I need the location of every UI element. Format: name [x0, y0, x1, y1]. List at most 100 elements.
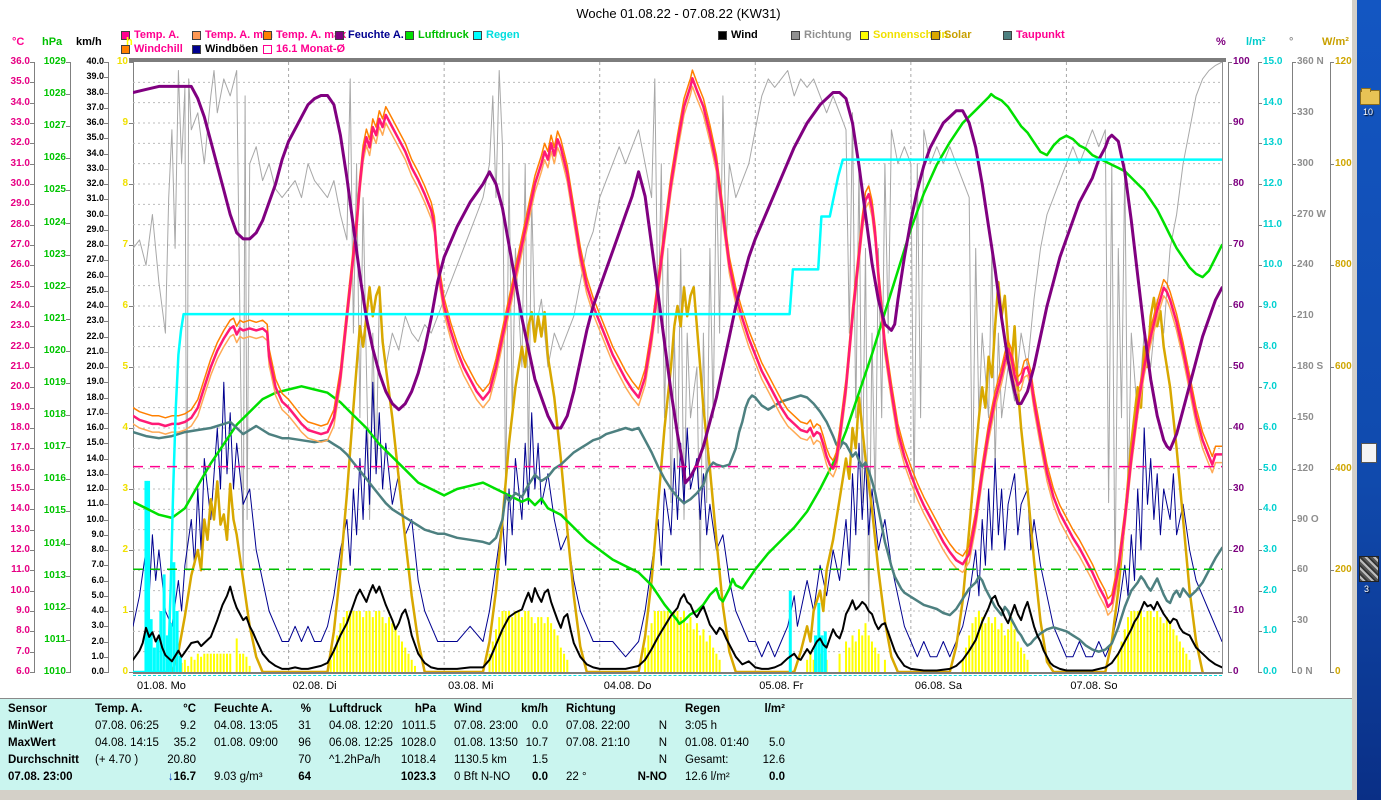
table-cell-value: N — [658, 737, 667, 749]
table-cell-value: km/h — [521, 703, 548, 715]
table-cell-value: 9.2 — [180, 720, 196, 732]
tickmark-kmh — [104, 382, 108, 384]
bar-sonnenschein — [1165, 617, 1168, 672]
tick-h: 9 — [122, 117, 128, 128]
table-cell-value: 0.0 — [532, 771, 548, 783]
tick-deg: 0 N — [1297, 666, 1313, 677]
tickmark-wm2 — [1330, 468, 1334, 470]
legend-swatch-temp-a-max-icon — [263, 30, 272, 40]
legend-item-16-1-monat: 16.1 Monat-Ø — [263, 43, 345, 55]
table-cell-value: 1018.4 — [400, 754, 436, 766]
bar-sonnenschein — [686, 623, 689, 672]
bar-sonnenschein — [1188, 659, 1191, 672]
table-cell-value: 12.6 — [762, 754, 785, 766]
tick-kmh: 10.0 — [86, 513, 104, 524]
desktop-image-label: 3 — [1364, 584, 1370, 594]
bar-sonnenschein — [378, 611, 381, 672]
bar-sonnenschein — [670, 617, 673, 672]
legend-swatch-taupunkt-icon — [1003, 30, 1012, 40]
tick-h: 2 — [122, 544, 128, 555]
legend-swatch-temp-a-min-icon — [192, 30, 201, 40]
legend-swatch-windb-en-icon — [192, 44, 201, 54]
tick-kmh: 6.0 — [91, 574, 104, 585]
table-cell-value: 1023.3 — [400, 771, 436, 783]
desktop-strip: 10 3 — [1357, 0, 1381, 800]
x-label-day: 06.08. Sa — [914, 680, 962, 692]
tick-kmh: 19.0 — [86, 376, 104, 387]
series-temp-a-min — [133, 85, 1222, 616]
bar-sonnenschein — [987, 617, 990, 672]
tickmark-wm2 — [1330, 672, 1334, 673]
tick-pct: 20 — [1233, 544, 1245, 555]
desktop-document-icon[interactable] — [1361, 443, 1377, 463]
table-cell-value: 31 — [298, 720, 311, 732]
desktop-image-icon[interactable] — [1359, 556, 1379, 582]
rain-zero-dashline — [133, 675, 1222, 676]
tick-kmh: 25.0 — [86, 284, 104, 295]
tickmark-pct — [1228, 489, 1232, 490]
tickmark-deg — [1292, 621, 1296, 623]
bar-sonnenschein — [193, 659, 196, 672]
bar-sonnenschein — [1026, 659, 1029, 672]
tickmark-kmh — [104, 565, 108, 567]
bar-regen-rate — [156, 639, 160, 672]
bar-sonnenschein — [673, 611, 676, 672]
bar-sonnenschein — [391, 623, 394, 672]
bar-sonnenschein — [858, 629, 860, 672]
tickmark-wm2 — [1330, 62, 1334, 63]
tickmark-lm2 — [1258, 184, 1262, 185]
bar-sonnenschein — [1143, 617, 1146, 672]
bar-sonnenschein — [883, 659, 886, 672]
bar-sonnenschein — [553, 629, 556, 672]
tickmark-lm2 — [1258, 346, 1262, 348]
bar-sonnenschein — [660, 611, 663, 672]
legend-label: Windböen — [205, 43, 259, 55]
tick-kmh: 18.0 — [86, 391, 104, 402]
tick-lm2: 13.0 — [1263, 137, 1283, 149]
bar-sonnenschein — [371, 617, 374, 672]
bar-sonnenschein — [848, 647, 851, 672]
trend-down-arrow-icon: ↓ — [167, 771, 174, 783]
bar-sonnenschein — [861, 635, 864, 672]
bar-sonnenschein — [974, 617, 977, 672]
tickmark-lm2 — [1258, 102, 1262, 104]
bar-sonnenschein — [689, 617, 692, 672]
bar-sonnenschein — [375, 611, 378, 672]
tickmark-kmh — [104, 199, 108, 201]
tick-kmh: 9.0 — [91, 528, 104, 539]
bar-sonnenschein — [349, 611, 352, 672]
bar-sonnenschein — [1182, 647, 1185, 672]
bar-sonnenschein — [1159, 617, 1162, 672]
bar-sonnenschein — [854, 641, 857, 672]
x-label-day: 02.08. Di — [292, 680, 337, 692]
tickmark-pct — [1228, 245, 1232, 246]
legend-label: Wind — [731, 29, 758, 41]
tickmark-pct — [1228, 184, 1232, 185]
bar-sonnenschein — [537, 617, 540, 672]
bar-regen-rate — [823, 631, 827, 672]
bar-sonnenschein — [342, 617, 345, 672]
desktop-folder-icon[interactable] — [1360, 88, 1380, 105]
tickmark-pct — [1228, 62, 1232, 63]
tick-wm2: 400 — [1335, 462, 1352, 474]
bar-sonnenschein — [1156, 611, 1159, 672]
tickmark-deg — [1292, 62, 1296, 63]
tickmark-lm2 — [1258, 62, 1262, 63]
tickmark-degC — [30, 204, 34, 206]
tick-h: 8 — [122, 178, 128, 189]
tick-kmh: 31.0 — [86, 193, 104, 204]
bar-sonnenschein — [196, 653, 199, 672]
status-bar — [0, 790, 1357, 800]
bar-sonnenschein — [524, 611, 527, 672]
tickmark-pct — [1228, 672, 1232, 673]
bar-sonnenschein — [712, 647, 715, 672]
legend-swatch-luftdruck-icon — [405, 30, 414, 40]
tickmark-lm2 — [1258, 509, 1262, 511]
tick-lm2: 5.0 — [1263, 462, 1277, 474]
bar-sonnenschein — [1185, 653, 1188, 672]
bar-sonnenschein — [514, 611, 517, 672]
legend-label: Richtung — [804, 29, 852, 41]
tick-wm2: 600 — [1335, 361, 1352, 372]
bar-sonnenschein — [679, 617, 682, 672]
table-cell-value: l/m² — [764, 703, 785, 715]
